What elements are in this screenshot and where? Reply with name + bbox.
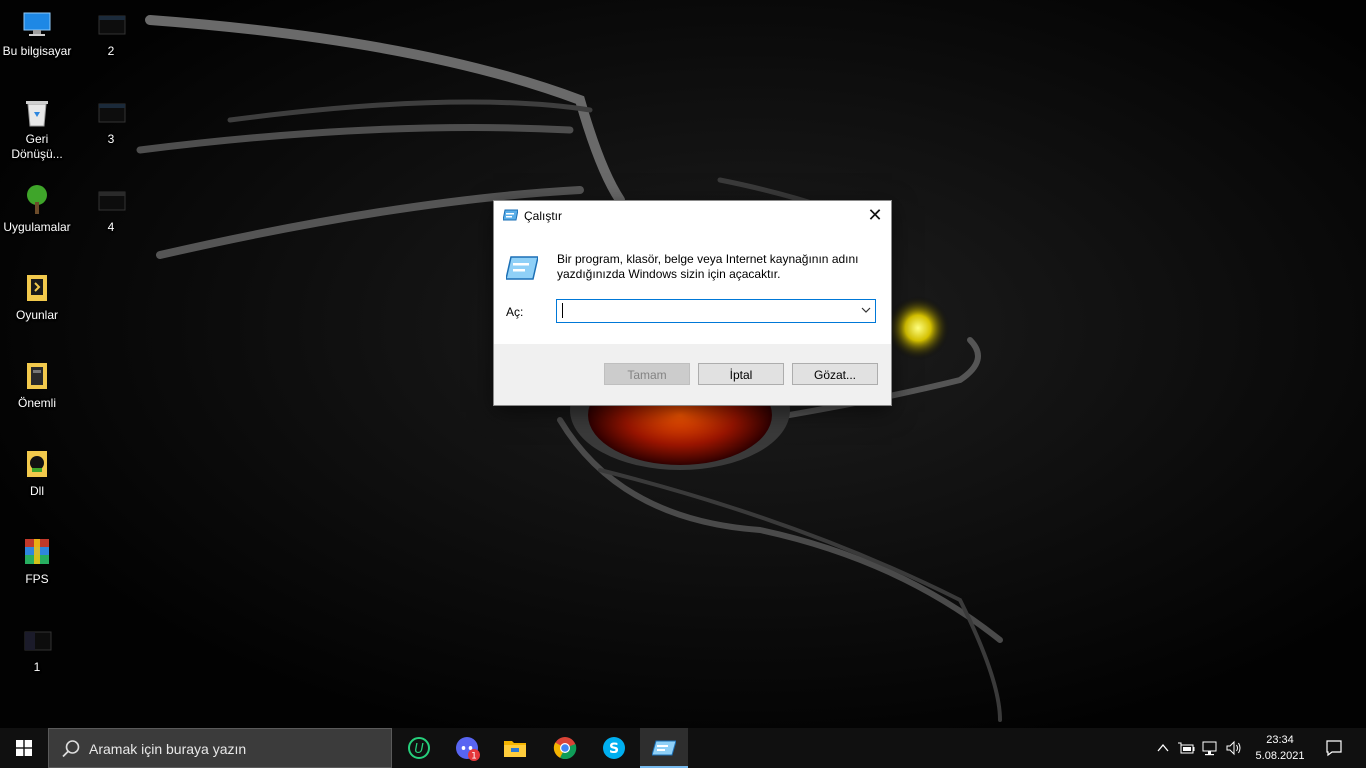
skype-icon: S xyxy=(603,737,625,759)
taskbar-app-discord[interactable]: 1 xyxy=(443,728,491,768)
show-hidden-icons-button[interactable] xyxy=(1152,728,1174,768)
run-icon xyxy=(506,256,538,280)
action-center-button[interactable] xyxy=(1318,728,1350,768)
tree-folder-icon xyxy=(21,184,53,216)
discord-icon: 1 xyxy=(456,737,480,762)
desktop-icon-label: 2 xyxy=(107,44,115,58)
winrar-archive-icon xyxy=(21,536,53,568)
dark-window-icon xyxy=(95,96,127,128)
open-combobox[interactable] xyxy=(556,299,876,323)
desktop-icon-dll[interactable]: Dll xyxy=(0,448,74,499)
chrome-icon xyxy=(553,737,577,760)
run-icon xyxy=(503,209,518,221)
run-dialog-title: Çalıştır xyxy=(524,209,563,223)
folder-icon xyxy=(21,448,53,480)
chevron-down-icon[interactable] xyxy=(859,303,873,317)
clock-date: 5.08.2021 xyxy=(1255,750,1305,762)
windows-logo-icon xyxy=(16,740,32,756)
open-input[interactable] xyxy=(557,300,853,320)
desktop-icon-label: Uygulamalar xyxy=(3,220,71,234)
taskbar-search-box[interactable]: Aramak için buraya yazın xyxy=(48,728,392,768)
folder-icon xyxy=(21,360,53,392)
close-button[interactable]: ✕ xyxy=(859,201,891,229)
dark-window-icon xyxy=(95,8,127,40)
run-icon xyxy=(652,740,676,756)
desktop-icon-label: Önemli xyxy=(17,396,56,410)
ubisoft-connect-icon: U xyxy=(408,737,430,759)
desktop-icon-4[interactable]: 4 xyxy=(74,184,148,235)
taskbar-clock[interactable]: 23:34 5.08.2021 xyxy=(1250,732,1310,764)
desktop-icon-uygulamalar[interactable]: Uygulamalar xyxy=(0,184,74,235)
network-icon xyxy=(1202,741,1217,756)
taskbar: Aramak için buraya yazın U 1 S 23:34 5.0… xyxy=(0,728,1366,768)
ok-button[interactable]: Tamam xyxy=(604,363,690,385)
browse-button[interactable]: Gözat... xyxy=(792,363,878,385)
taskbar-app-chrome[interactable] xyxy=(541,728,589,768)
tray-battery-button[interactable] xyxy=(1175,728,1197,768)
dark-window-icon xyxy=(21,624,53,656)
desktop-icon-onemli[interactable]: Önemli xyxy=(0,360,74,411)
svg-text:U: U xyxy=(414,742,424,757)
desktop-icon-oyunlar[interactable]: Oyunlar xyxy=(0,272,74,323)
search-placeholder: Aramak için buraya yazın xyxy=(89,741,247,757)
search-icon xyxy=(62,740,80,758)
desktop-icon-label: 3 xyxy=(107,132,115,146)
tray-network-button[interactable] xyxy=(1199,728,1221,768)
taskbar-app-skype[interactable]: S xyxy=(590,728,638,768)
desktop-icon-2[interactable]: 2 xyxy=(74,8,148,59)
desktop-icon-label: Bu bilgisayar xyxy=(2,44,72,58)
discord-badge: 1 xyxy=(471,752,477,762)
open-label: Aç: xyxy=(506,305,524,319)
start-button[interactable] xyxy=(0,728,48,768)
desktop-icon-this-pc[interactable]: Bu bilgisayar xyxy=(0,8,74,59)
clock-time: 23:34 xyxy=(1266,734,1294,746)
file-explorer-icon xyxy=(504,741,526,757)
folder-icon xyxy=(21,272,53,304)
desktop-icon-3[interactable]: 3 xyxy=(74,96,148,147)
run-dialog-titlebar[interactable]: Çalıştır ✕ xyxy=(494,201,891,231)
chevron-up-icon xyxy=(1157,743,1169,752)
taskbar-app-run[interactable] xyxy=(640,728,688,768)
battery-plugged-icon xyxy=(1178,742,1195,754)
desktop-icon-label: Geri Dönüşü... xyxy=(11,132,63,161)
recycle-bin-icon xyxy=(21,96,53,128)
desktop-icon-label: Dll xyxy=(30,484,44,498)
desktop-icon-label: FPS xyxy=(25,572,49,586)
desktop-icon-label: 4 xyxy=(107,220,115,234)
svg-text:S: S xyxy=(609,741,619,757)
taskbar-app-ubisoft[interactable]: U xyxy=(395,728,443,768)
tray-volume-button[interactable] xyxy=(1223,728,1245,768)
notification-icon xyxy=(1326,740,1342,757)
dark-window-icon xyxy=(95,184,127,216)
desktop-icon-label: 1 xyxy=(33,660,41,674)
desktop-icon-label: Oyunlar xyxy=(15,308,59,322)
taskbar-app-file-explorer[interactable] xyxy=(491,728,539,768)
desktop-icon-1[interactable]: 1 xyxy=(0,624,74,675)
text-caret xyxy=(562,303,563,318)
volume-icon xyxy=(1226,740,1241,756)
desktop-icon-fps[interactable]: FPS xyxy=(0,536,74,587)
computer-icon xyxy=(21,8,53,40)
run-dialog: Çalıştır ✕ Bir program, klasör, belge ve… xyxy=(493,200,892,406)
close-icon: ✕ xyxy=(867,205,883,225)
desktop-icon-recycle-bin[interactable]: Geri Dönüşü... xyxy=(0,96,74,162)
cancel-button[interactable]: İptal xyxy=(698,363,784,385)
run-dialog-description: Bir program, klasör, belge veya Internet… xyxy=(557,252,859,281)
